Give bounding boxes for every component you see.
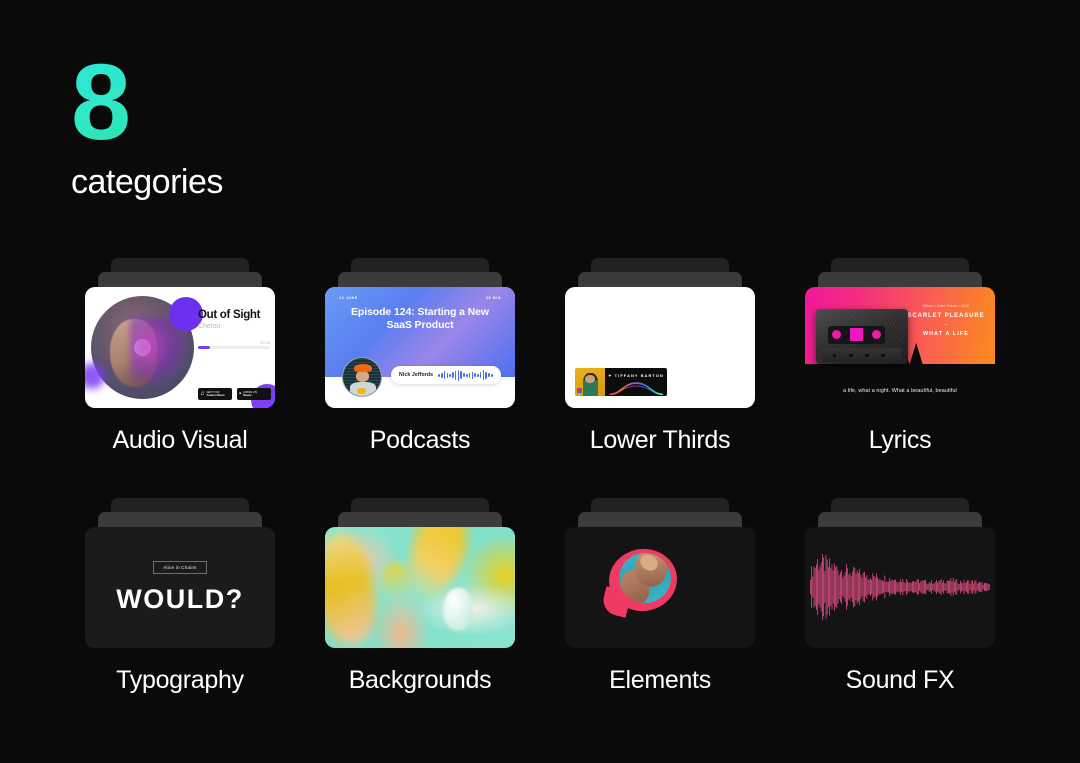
avatar-head [355,370,370,382]
avatar-scarf [357,387,366,394]
banner-body: ✦ TIFFANY BARTON [605,368,667,396]
store-large-label: Amazon Music [206,394,225,397]
folder-stack [805,498,995,648]
track-title: Out of Sight [198,309,261,321]
category-card-sound-fx[interactable]: Sound FX [780,498,1020,738]
audio-waveform-icon [438,369,493,381]
folder-stack: Album • Oner Fabue • 2019 SCARLET PLEASU… [805,258,995,408]
banner-photo [575,368,605,396]
typography-headline: WOULD? [116,583,244,614]
category-label-audio-visual: Audio Visual [112,426,248,454]
category-label-typography: Typography [116,666,244,694]
host-avatar [342,357,382,397]
page-title: categories [71,163,223,202]
podcast-episode-title: Episode 124: Starting a New SaaS Product [351,306,489,332]
preview-thumbnail-lyrics: Album • Oner Fabue • 2019 SCARLET PLEASU… [805,287,995,408]
waveform-icon [810,553,990,621]
portrait-artwork [109,318,157,387]
lyric-line: a life, what a night. What a beautiful, … [843,388,957,394]
category-grid: Out of Sight Chelou 00:35 ♫ GET IT ON Am… [60,258,1020,738]
preview-thumbnail-podcasts: 13 JUNE 33 MIN Episode 124: Starting a N… [325,287,515,408]
podcast-duration: 33 MIN [485,296,501,300]
typography-tag: Alice in Chains [153,560,207,574]
track-info: Out of Sight Chelou 00:35 [198,309,270,349]
cassette-label [849,328,863,342]
cassette-tape-icon [816,309,908,364]
host-badge: Nick Jeffords [391,366,501,384]
store-button-deezer[interactable]: ▪ LISTEN ON Deezer [237,388,271,400]
track-time: 00:35 [259,340,270,345]
podcast-host-name: Nick Jeffords [399,372,434,378]
podcast-meta: 13 JUNE 33 MIN [339,296,501,300]
banner-photo-badge [577,388,582,393]
banner-name-text: TIFFANY BARTON [614,373,664,378]
amazon-icon: ♫ [200,391,205,397]
store-large-label: Deezer [243,394,252,397]
cassette-window [827,325,885,345]
rainbow-arc-icon [609,382,663,395]
lower-third-banner: ✦ TIFFANY BARTON [575,368,667,396]
lyrics-meta: Album • Oner Fabue • 2019 SCARLET PLEASU… [906,304,986,337]
folder-stack: Alice in Chains WOULD? [85,498,275,648]
folder-stack: Out of Sight Chelou 00:35 ♫ GET IT ON Am… [85,258,275,408]
category-card-typography[interactable]: Alice in Chains WOULD? Typography [60,498,300,738]
preview-thumbnail-sound-fx [805,527,995,648]
category-label-podcasts: Podcasts [369,426,471,454]
track-artist: Chelou [198,323,221,330]
store-buttons: ♫ GET IT ON Amazon Music ▪ LISTEN ON Dee… [198,388,271,400]
folder-stack: ✦ TIFFANY BARTON [565,258,755,408]
category-card-elements[interactable]: Elements [540,498,780,738]
gradient-sheen [325,527,515,648]
preview-thumbnail-audio-visual: Out of Sight Chelou 00:35 ♫ GET IT ON Am… [85,287,275,408]
category-label-lyrics: Lyrics [868,426,932,454]
folder-stack [565,498,755,648]
banner-name-prefix: ✦ [608,373,613,378]
category-label-sound-fx: Sound FX [845,666,955,694]
podcast-date: 13 JUNE [339,296,358,300]
lyrics-song-title: WHAT A LIFE [922,331,970,337]
progress-bar[interactable] [198,346,270,349]
category-label-elements: Elements [609,666,711,694]
category-card-podcasts[interactable]: 13 JUNE 33 MIN Episode 124: Starting a N… [300,258,540,498]
lyrics-album-meta: Album • Oner Fabue • 2019 [922,304,970,308]
store-button-amazon-music[interactable]: ♫ GET IT ON Amazon Music [198,388,232,400]
preview-thumbnail-typography: Alice in Chains WOULD? [85,527,275,648]
category-card-backgrounds[interactable]: Backgrounds [300,498,540,738]
category-card-audio-visual[interactable]: Out of Sight Chelou 00:35 ♫ GET IT ON Am… [60,258,300,498]
cassette-reel-left [831,330,841,340]
preview-thumbnail-elements [565,527,755,648]
element-photo-cutout [619,553,671,603]
avatar-beanie [354,364,372,373]
category-count: 8 [71,47,223,155]
preview-thumbnail-lower-thirds: ✦ TIFFANY BARTON [565,287,755,408]
progress-bar-fill [198,346,210,349]
cassette-base [821,347,903,362]
cassette-reel-right [871,330,881,340]
category-label-lower-thirds: Lower Thirds [589,426,731,454]
banner-name: ✦ TIFFANY BARTON [608,373,664,378]
preview-thumbnail-backgrounds [325,527,515,648]
deezer-icon: ▪ [239,391,242,397]
folder-stack: 13 JUNE 33 MIN Episode 124: Starting a N… [325,258,515,408]
purple-blob-left [85,363,105,389]
lyrics-divider: – [944,322,948,328]
category-card-lower-thirds[interactable]: ✦ TIFFANY BARTON Lower Thirds [540,258,780,498]
record-hole [134,339,151,356]
lyrics-artist: SCARLET PLEASURE [907,313,985,319]
category-card-lyrics[interactable]: Album • Oner Fabue • 2019 SCARLET PLEASU… [780,258,1020,498]
folder-stack [325,498,515,648]
heading-block: 8 categories [71,47,223,202]
slide-canvas: 8 categories Out of Sight Chelou 00:35 ♫… [0,0,1080,763]
category-label-backgrounds: Backgrounds [348,666,492,694]
